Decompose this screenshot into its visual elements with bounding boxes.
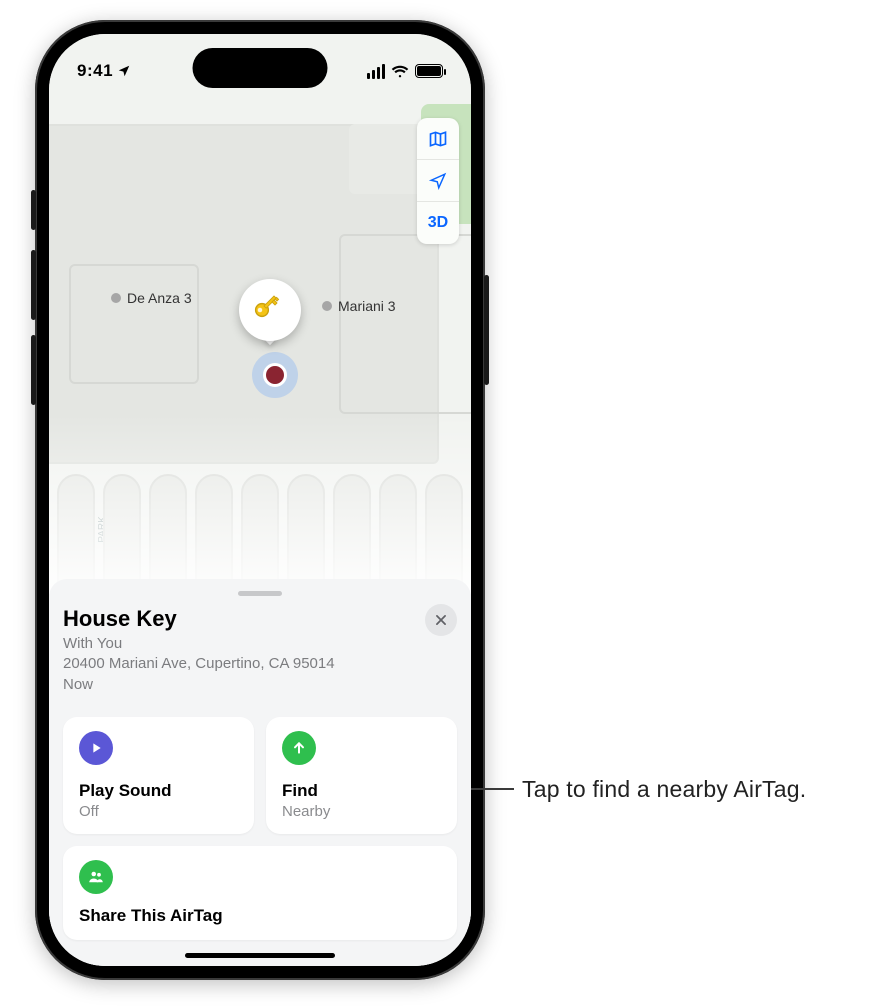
share-title: Share This AirTag [79,906,441,926]
item-address: 20400 Mariani Ave, Cupertino, CA 95014 [63,654,417,674]
location-arrow-icon [429,172,447,190]
map-poi-label: De Anza 3 [111,290,192,306]
volume-up-button [31,250,36,320]
power-button [484,275,489,385]
3d-toggle-button[interactable]: 3D [417,202,459,244]
iphone-frame: De Anza 3 Mariani 3 PARK VIRGI [35,20,485,980]
item-title: House Key [63,606,417,632]
sheet-grabber[interactable] [238,591,282,596]
item-pin[interactable] [239,279,309,341]
map-controls: 3D [417,118,459,244]
key-icon [253,293,287,327]
close-button[interactable] [425,604,457,636]
find-title: Find [282,781,441,801]
play-sound-title: Play Sound [79,781,238,801]
cellular-signal-icon [367,64,385,79]
annotation-text: Tap to find a nearby AirTag. [522,776,806,803]
side-button [31,190,36,230]
play-sound-card[interactable]: Play Sound Off [63,717,254,834]
item-detail-sheet[interactable]: House Key With You 20400 Mariani Ave, Cu… [49,579,471,966]
arrow-up-icon [282,731,316,765]
close-icon [434,613,448,627]
volume-down-button [31,335,36,405]
home-indicator[interactable] [185,953,335,958]
battery-icon [415,64,443,78]
map-poi-label: Mariani 3 [322,298,396,314]
map-mode-button[interactable] [417,118,459,160]
dynamic-island [193,48,328,88]
3d-label: 3D [428,214,448,232]
find-sub: Nearby [282,803,441,820]
play-icon [79,731,113,765]
find-card[interactable]: Find Nearby [266,717,457,834]
screen: De Anza 3 Mariani 3 PARK VIRGI [49,34,471,966]
current-location-marker [252,352,298,398]
status-time: 9:41 [77,61,113,81]
map-icon [428,129,448,149]
recenter-button[interactable] [417,160,459,202]
play-sound-sub: Off [79,803,238,820]
item-status: With You [63,634,417,654]
wifi-icon [391,64,409,78]
location-services-icon [117,64,131,78]
people-icon [79,860,113,894]
item-timestamp: Now [63,675,417,695]
share-airtag-card[interactable]: Share This AirTag [63,846,457,940]
